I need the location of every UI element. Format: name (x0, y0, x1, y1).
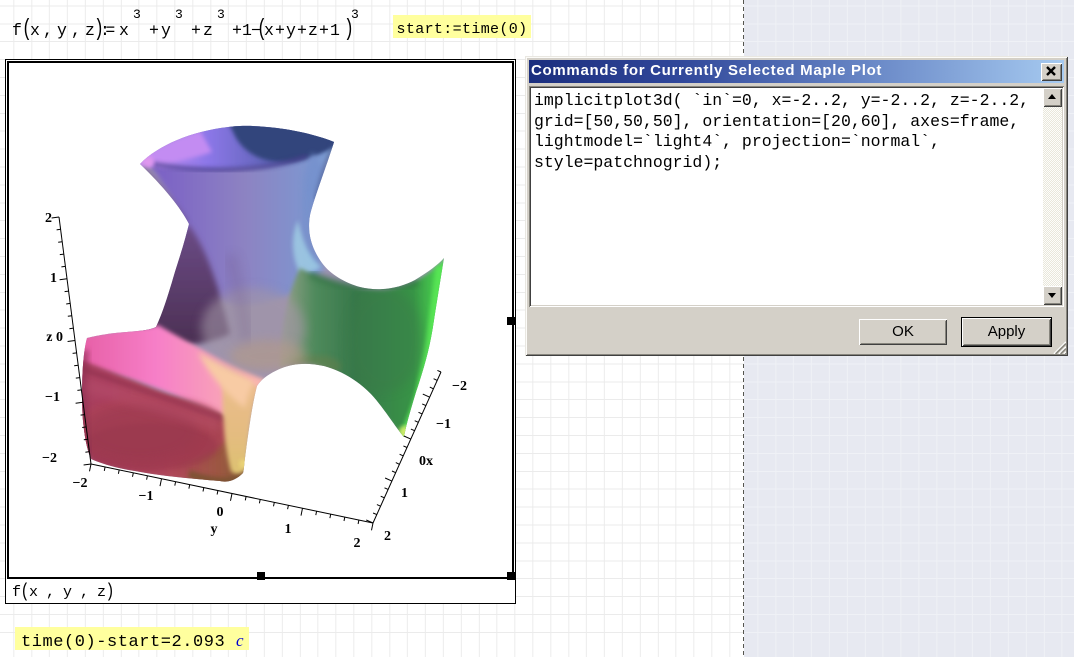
svg-text:−1: −1 (45, 390, 60, 405)
svg-text:−2: −2 (42, 451, 57, 466)
svg-text:−2: −2 (73, 476, 88, 491)
svg-text:0x: 0x (419, 454, 433, 469)
svg-text:1: 1 (285, 522, 292, 537)
svg-text:y: y (211, 522, 218, 537)
svg-text:−1: −1 (436, 417, 451, 432)
svg-text:2: 2 (354, 536, 361, 551)
svg-text:1: 1 (401, 486, 408, 501)
svg-text:2: 2 (45, 211, 52, 226)
svg-text:z 0: z 0 (46, 330, 63, 345)
svg-text:−1: −1 (139, 489, 154, 504)
svg-text:1: 1 (50, 271, 57, 286)
svg-text:0: 0 (217, 505, 224, 520)
svg-text:−2: −2 (452, 379, 467, 394)
svg-text:2: 2 (384, 529, 391, 544)
